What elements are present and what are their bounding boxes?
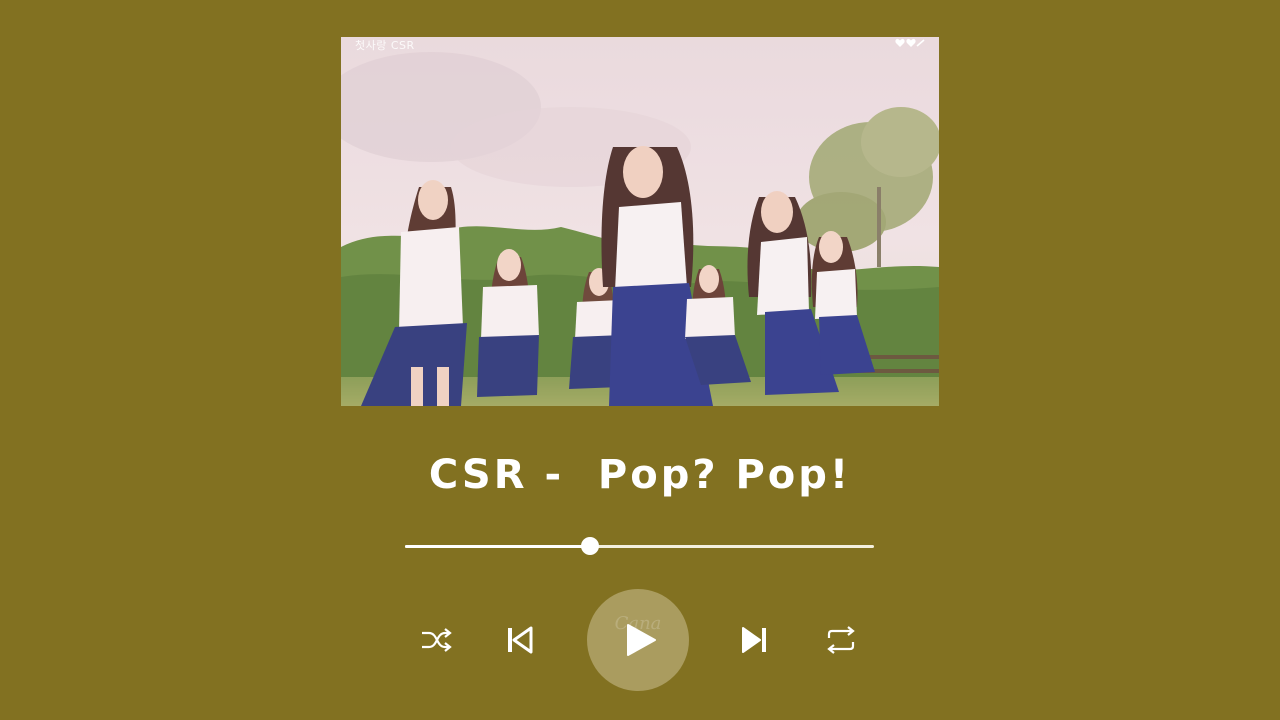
progress-bar[interactable]: [405, 537, 874, 555]
heart-logo-icon: [895, 38, 925, 47]
album-watermark: 첫사랑 CSR: [355, 39, 415, 52]
previous-button[interactable]: [500, 620, 540, 660]
shuffle-button[interactable]: [416, 620, 456, 660]
next-button[interactable]: [734, 620, 774, 660]
skip-previous-icon: [508, 626, 533, 654]
shuffle-icon: [422, 628, 452, 652]
skip-next-icon: [742, 627, 766, 653]
repeat-button[interactable]: [821, 620, 861, 660]
progress-knob[interactable]: [581, 537, 600, 555]
play-button[interactable]: Cana: [587, 589, 689, 691]
music-player: 첫사랑 CSR CSR - Pop? Pop! Cana: [0, 0, 1280, 720]
repeat-icon: [827, 626, 855, 654]
play-icon: [627, 624, 656, 656]
progress-fill: [405, 545, 591, 548]
track-title: CSR - Pop? Pop!: [428, 452, 852, 498]
album-art: 첫사랑 CSR: [341, 37, 939, 406]
album-photo: [341, 37, 939, 406]
